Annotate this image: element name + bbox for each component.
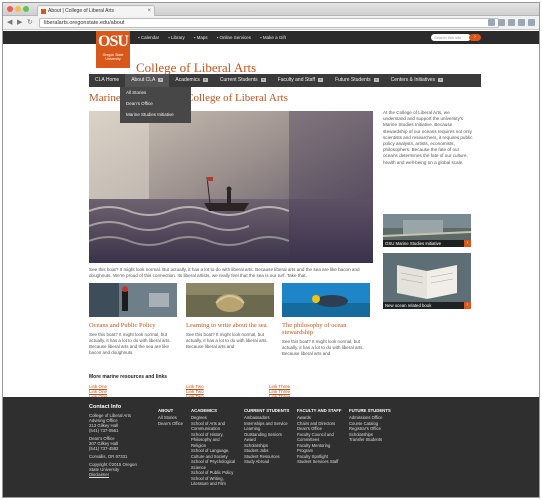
story-title[interactable]: The philosophy of ocean stewardship <box>282 322 370 336</box>
nav-academics[interactable]: Academics + <box>169 74 213 87</box>
nav-future-students[interactable]: Future Students + <box>329 74 385 87</box>
tab-title: About | College of Liberal Arts <box>48 8 115 14</box>
extension-icons <box>488 19 535 27</box>
nav-current-students[interactable]: Current Students + <box>214 74 272 87</box>
expand-icon: + <box>318 77 324 82</box>
nav-about-cla[interactable]: About CLA + <box>125 74 170 87</box>
expand-icon: + <box>158 77 164 82</box>
story-title[interactable]: Oceans and Public Policy <box>89 322 177 329</box>
story-oceans-public-policy: Oceans and Public Policy See this boat? … <box>89 283 177 356</box>
footer-col-title: ABOUT <box>158 408 174 413</box>
utility-links: Calendar Library Maps Online Services Ma… <box>138 31 286 44</box>
search-input[interactable]: Search this site <box>431 34 471 41</box>
utility-link-online-services[interactable]: Online Services <box>217 31 251 44</box>
osu-logo[interactable]: OSU Oregon State University <box>96 31 130 68</box>
web-page: Calendar Library Maps Online Services Ma… <box>3 31 539 497</box>
footer-col-about: ABOUT All Stories Dean's Office <box>158 408 183 426</box>
story-learning-to-write: Learning to write about the sea See this… <box>186 283 274 350</box>
about-dropdown-menu: All Stories Dean's Office Marine Studies… <box>120 87 191 123</box>
expand-icon: + <box>260 77 266 82</box>
menu-icon[interactable] <box>528 19 535 26</box>
logo-subtext: Oregon State University <box>102 53 124 61</box>
nav-faculty-and-staff[interactable]: Faculty and Staff + <box>272 74 329 87</box>
disclaimer-link[interactable]: Disclaimer <box>89 472 153 477</box>
sidebar-text: At the College of Liberal Arts, we under… <box>383 110 473 165</box>
expand-icon: + <box>438 77 444 82</box>
address-bar[interactable]: liberalarts.oregonstate.edu/about <box>39 18 499 28</box>
close-window-dot[interactable] <box>7 6 13 12</box>
browser-tab[interactable]: About | College of Liberal Arts × <box>37 5 155 16</box>
main-nav: CLA Home About CLA + Academics + Current S… <box>89 74 481 87</box>
utility-link-library[interactable]: Library <box>168 31 185 44</box>
browser-tab-bar: About | College of Liberal Arts × <box>3 3 539 16</box>
footer-col-title: FACULTY AND STAFF <box>297 408 342 413</box>
footer-col-title: FUTURE STUDENTS <box>349 408 391 413</box>
extension-icon[interactable] <box>508 19 515 26</box>
dropdown-item-all-stories[interactable]: All Stories <box>120 87 191 98</box>
dropdown-item-marine-studies[interactable]: Marine Studies Initiative <box>120 109 191 120</box>
footer-col-current-students: CURRENT STUDENTS Ambassadors Internships… <box>244 408 289 465</box>
footer-link[interactable]: School of Language, <box>191 448 235 454</box>
story-text: See this boat? It might look normal, but… <box>186 332 268 349</box>
dropdown-item-deans-office[interactable]: Dean's Office <box>120 98 191 109</box>
arrow-right-icon[interactable]: › <box>464 240 471 247</box>
story-text: See this boat? It might look normal, but… <box>89 332 171 355</box>
site-footer: Contact Info College of Liberal Arts Adv… <box>3 397 539 497</box>
minimize-window-dot[interactable] <box>15 6 21 12</box>
footer-link[interactable]: Dean's Office <box>158 421 183 427</box>
more-resources-heading: More marine resources and links <box>89 374 168 380</box>
sidebar-card-label: OSU Marine Studies Initiative <box>383 240 471 247</box>
utility-link-calendar[interactable]: Calendar <box>138 31 159 44</box>
footer-col-title: CURRENT STUDENTS <box>244 408 290 413</box>
forward-icon[interactable]: ▶ <box>17 18 22 27</box>
footer-link[interactable]: Transfer Students <box>349 437 391 443</box>
footer-link[interactable]: Study Abroad <box>244 459 289 465</box>
star-icon[interactable] <box>488 19 495 26</box>
utility-bar: Calendar Library Maps Online Services Ma… <box>3 31 539 44</box>
story-title[interactable]: Learning to write about the sea <box>186 322 274 329</box>
utility-link-make-a-gift[interactable]: Make a Gift <box>260 31 286 44</box>
extension-icon[interactable] <box>518 19 525 26</box>
footer-contact: Contact Info College of Liberal Arts Adv… <box>89 404 153 477</box>
maximize-window-dot[interactable] <box>23 6 29 12</box>
footer-link[interactable]: Student Services Staff <box>297 459 341 465</box>
search-button[interactable]: › <box>469 34 481 41</box>
story-ocean-stewardship: The philosophy of ocean stewardship See … <box>282 283 370 357</box>
extension-icon[interactable] <box>498 19 505 26</box>
story-image[interactable] <box>186 283 274 317</box>
footer-link[interactable]: Literature and Film <box>191 481 235 487</box>
footer-col-faculty-and-staff: FACULTY AND STAFF Awards Chairs and Dire… <box>297 408 341 465</box>
footer-contact-title: Contact Info <box>89 404 122 410</box>
utility-link-maps[interactable]: Maps <box>194 31 208 44</box>
browser-toolbar: ◀ ▶ ↻ liberalarts.oregonstate.edu/about <box>3 16 539 30</box>
tab-close-icon[interactable]: × <box>147 6 151 16</box>
logo-text: OSU <box>98 33 129 50</box>
back-icon[interactable]: ◀ <box>7 18 12 27</box>
hero-caption: See this boat? It might look normal. But… <box>89 267 360 278</box>
footer-col-academics: ACADEMICS Degrees School of Arts and Com… <box>191 408 235 487</box>
story-image[interactable] <box>282 283 370 317</box>
footer-link[interactable]: School of Public Policy <box>191 470 235 476</box>
story-image[interactable] <box>89 283 177 317</box>
footer-col-title: ACADEMICS <box>191 408 218 413</box>
favicon-icon <box>41 9 46 14</box>
arrow-right-icon[interactable]: › <box>464 302 471 309</box>
nav-cla-home[interactable]: CLA Home <box>89 74 125 87</box>
sidebar-card-marine-studies[interactable]: OSU Marine Studies Initiative › <box>383 214 471 247</box>
nav-centers-initiatives[interactable]: Centers & Initiatives + <box>385 74 449 87</box>
browser-window: About | College of Liberal Arts × ◀ ▶ ↻ … <box>2 2 540 498</box>
reload-icon[interactable]: ↻ <box>27 18 33 27</box>
expand-icon: + <box>202 77 208 82</box>
sidebar-card-ocean-book[interactable]: New ocean related book › <box>383 253 471 309</box>
sidebar-card-label: New ocean related book <box>383 302 471 309</box>
hero-image <box>89 111 373 263</box>
footer-col-future-students: FUTURE STUDENTS Admissions Office Course… <box>349 408 391 443</box>
expand-icon: + <box>373 77 379 82</box>
story-text: See this boat? It might look normal, but… <box>282 339 364 356</box>
footer-link[interactable]: School of Psychological <box>191 459 235 465</box>
